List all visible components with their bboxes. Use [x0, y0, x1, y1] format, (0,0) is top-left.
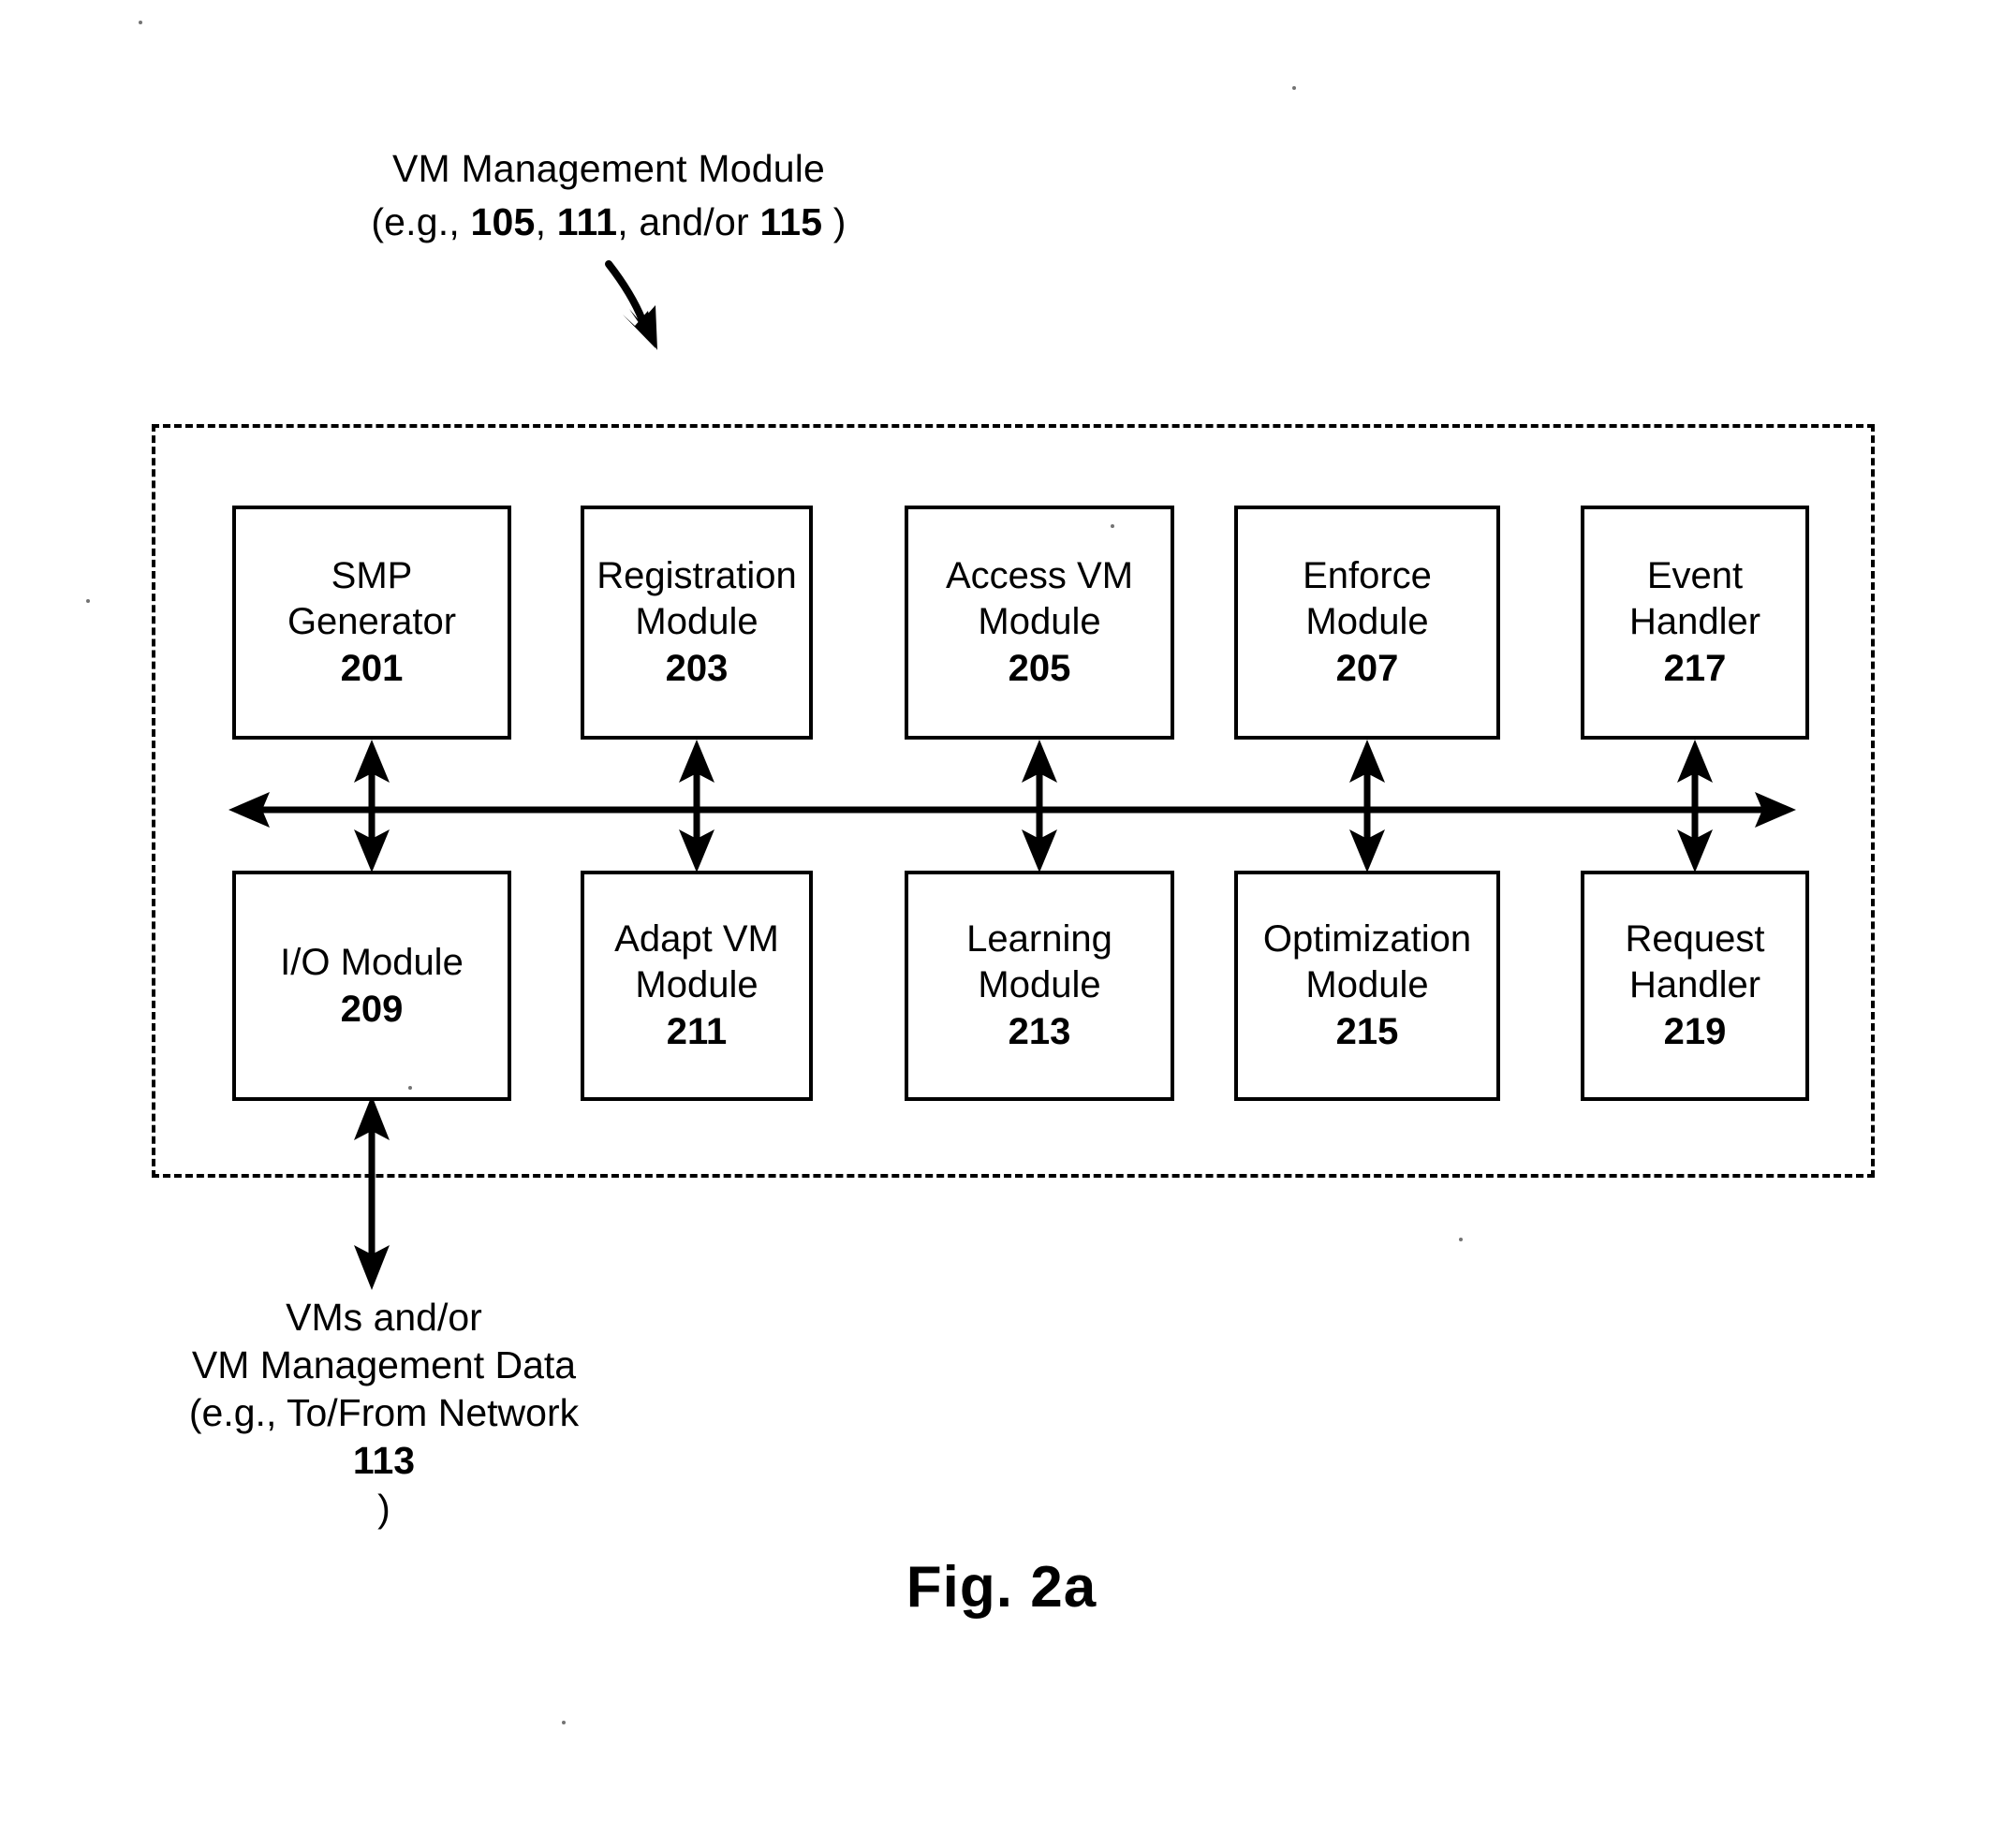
title-sep-1: ,	[535, 200, 557, 243]
scan-speckle	[562, 1721, 566, 1724]
external-data-line3-suffix: )	[377, 1487, 390, 1530]
module-box-enforce-module[interactable]: Enforce Module 207	[1234, 506, 1500, 740]
title-eg-prefix: (e.g.,	[371, 200, 471, 243]
module-box-event-handler[interactable]: Event Handler 217	[1581, 506, 1809, 740]
module-box-optimization-module[interactable]: Optimization Module 215	[1234, 871, 1500, 1101]
title-ref-115: 115	[759, 200, 823, 243]
figure-title-block: VM Management Module (e.g., 105, 111, an…	[318, 142, 899, 249]
figure-title-line1: VM Management Module	[391, 147, 826, 190]
title-sep-2: , and/or	[617, 200, 760, 243]
external-data-line1: VMs and/or	[286, 1296, 482, 1339]
figure-caption: Fig. 2a	[906, 1555, 1097, 1620]
module-reference-number: 217	[1663, 648, 1727, 689]
scan-speckle	[139, 21, 142, 24]
scan-speckle	[408, 1086, 412, 1090]
title-pointer-arrow	[605, 260, 657, 350]
module-label: Learning Module	[966, 918, 1112, 1005]
module-reference-number: 213	[1008, 1011, 1071, 1052]
module-reference-number: 201	[340, 648, 404, 689]
title-ref-111: 111	[556, 200, 618, 243]
title-ref-105: 105	[470, 200, 536, 243]
module-box-request-handler[interactable]: Request Handler 219	[1581, 871, 1809, 1101]
module-label: SMP Generator	[287, 555, 457, 642]
figure-canvas: VM Management Module (e.g., 105, 111, an…	[0, 0, 2003, 1848]
module-label: Event Handler	[1628, 555, 1761, 642]
scan-speckle	[1111, 524, 1114, 528]
module-label: Enforce Module	[1303, 555, 1432, 642]
module-reference-number: 219	[1663, 1011, 1727, 1052]
external-data-ref-113: 113	[352, 1439, 416, 1482]
module-reference-number: 215	[1335, 1011, 1399, 1052]
module-box-adapt-vm-module[interactable]: Adapt VM Module 211	[581, 871, 813, 1101]
module-box-io-module[interactable]: I/O Module 209	[232, 871, 511, 1101]
module-reference-number: 205	[1008, 648, 1071, 689]
external-data-line2: VM Management Data	[191, 1343, 577, 1386]
external-data-caption: VMs and/or VM Management Data (e.g., To/…	[84, 1294, 684, 1533]
module-box-access-vm-module[interactable]: Access VM Module 205	[905, 506, 1174, 740]
external-data-line3-prefix: (e.g., To/From Network	[188, 1391, 580, 1434]
scan-speckle	[1459, 1238, 1463, 1241]
module-reference-number: 207	[1335, 648, 1399, 689]
module-label: Optimization Module	[1262, 918, 1472, 1005]
module-box-smp-generator[interactable]: SMP Generator 201	[232, 506, 511, 740]
external-data-line3: (e.g., To/From Network 113)	[84, 1389, 684, 1533]
module-label: Registration Module	[596, 555, 797, 642]
module-box-registration-module[interactable]: Registration Module 203	[581, 506, 813, 740]
module-reference-number: 211	[666, 1011, 728, 1052]
module-label: Adapt VM Module	[614, 918, 779, 1005]
module-reference-number: 209	[340, 988, 404, 1030]
figure-title-line2: (e.g., 105, 111, and/or 115 )	[318, 196, 899, 249]
module-box-learning-module[interactable]: Learning Module 213	[905, 871, 1174, 1101]
scan-speckle	[1292, 86, 1296, 90]
module-reference-number: 203	[665, 648, 729, 689]
module-label: Access VM Module	[945, 555, 1134, 642]
title-eg-suffix: )	[822, 200, 847, 243]
scan-speckle	[86, 599, 90, 603]
module-label: I/O Module	[280, 941, 464, 983]
module-label: Request Handler	[1625, 918, 1765, 1005]
